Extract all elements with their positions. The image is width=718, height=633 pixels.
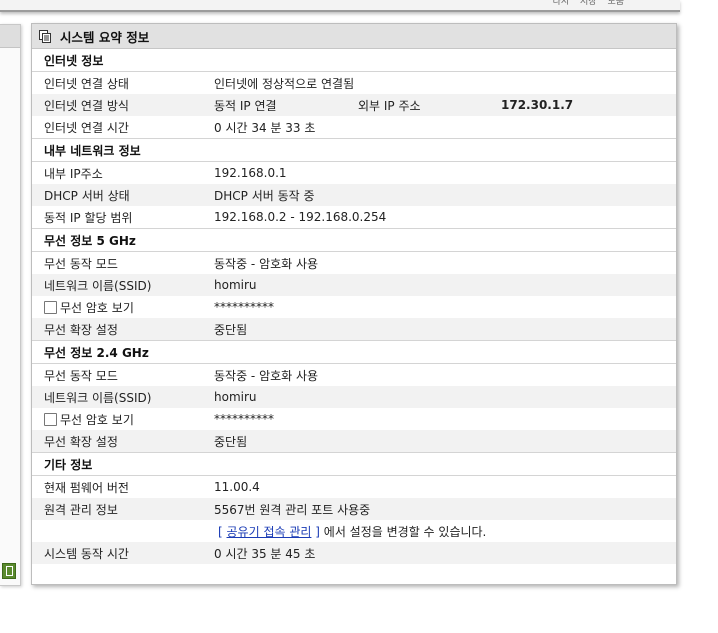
row-value: homiru [214,390,257,404]
row-firmware: 현재 펌웨어 버전 11.00.4 [32,476,676,498]
show-password-toggle-24ghz[interactable]: 무선 암호 보기 [44,411,134,428]
row-remote-mgmt: 원격 관리 정보 5567번 원격 관리 포트 사용중 [32,498,676,520]
row-label: 무선 동작 모드 [44,256,118,271]
row-wifi24-ssid: 네트워크 이름(SSID) homiru [32,386,676,408]
section-internet: 인터넷 정보 [32,49,676,72]
row-lan-ip: 내부 IP주소 192.168.0.1 [32,162,676,184]
row-internet-method: 인터넷 연결 방식 동적 IP 연결 외부 IP 주소 172.30.1.7 [32,94,676,116]
row-wifi24-password: 무선 암호 보기 ********** [32,408,676,430]
section-wifi-5ghz: 무선 정보 5 GHz [32,228,676,252]
row-label: 무선 동작 모드 [44,368,118,383]
router-access-link[interactable]: 공유기 접속 관리 [227,525,312,539]
row-value: DHCP 서버 동작 중 [214,188,315,203]
external-ip-label: 외부 IP 주소 [358,98,421,113]
row-value: 0 시간 34 분 33 초 [214,120,316,135]
left-panel [0,24,21,586]
row-value: 동작중 - 암호화 사용 [214,256,319,271]
row-wifi24-mode: 무선 동작 모드 동작중 - 암호화 사용 [32,364,676,386]
row-value: 5567번 원격 관리 포트 사용중 [214,502,371,517]
show-password-toggle-5ghz[interactable]: 무선 암호 보기 [44,299,134,316]
row-label: 무선 확장 설정 [44,434,118,449]
row-remote-link: [ 공유기 접속 관리 ] 에서 설정을 변경할 수 있습니다. [32,520,676,542]
row-value: 0 시간 35 분 45 초 [214,546,316,561]
row-label: 인터넷 연결 시간 [44,120,129,135]
stage: 다시 저장 도움 시스템 요약 정보 인터넷 정보 인터넷 연결 상태 인터넷에… [0,0,718,633]
top-link-save[interactable]: 저장 [580,0,597,7]
section-wifi-24ghz: 무선 정보 2.4 GHz [32,340,676,364]
section-heading: 기타 정보 [44,457,93,472]
row-label: 인터넷 연결 상태 [44,76,129,91]
external-ip-value: 172.30.1.7 [501,98,574,112]
row-internet-time: 인터넷 연결 시간 0 시간 34 분 33 초 [32,116,676,138]
row-value: 중단됨 [214,434,248,449]
section-lan: 내부 네트워크 정보 [32,138,676,162]
panel-title-bar: 시스템 요약 정보 [32,24,676,49]
row-value: 동작중 - 암호화 사용 [214,368,319,383]
row-wifi24-extension: 무선 확장 설정 중단됨 [32,430,676,452]
link-bracket-close: ] [315,524,320,539]
show-password-checkbox[interactable] [44,412,57,426]
row-label: 동적 IP 할당 범위 [44,210,133,225]
row-wifi5-mode: 무선 동작 모드 동작중 - 암호화 사용 [32,252,676,274]
row-uptime: 시스템 동작 시간 0 시간 35 분 45 초 [32,542,676,564]
row-value: 인터넷에 정상적으로 연결됨 [214,76,355,91]
password-value: ********** [214,412,274,426]
row-wifi5-extension: 무선 확장 설정 중단됨 [32,318,676,340]
link-bracket-open: [ [218,524,223,539]
row-internet-status: 인터넷 연결 상태 인터넷에 정상적으로 연결됨 [32,72,676,94]
row-value: 동적 IP 연결 [214,98,277,113]
section-heading: 내부 네트워크 정보 [44,143,141,158]
row-label: 현재 펌웨어 버전 [44,480,129,495]
row-label: 원격 관리 정보 [44,502,118,517]
top-links: 다시 저장 도움 [545,0,624,7]
top-link-refresh[interactable]: 다시 [553,0,570,7]
row-label: 네트워크 이름(SSID) [44,278,152,293]
row-value: 192.168.0.2 - 192.168.0.254 [214,210,387,224]
row-value: 11.00.4 [214,480,260,494]
row-label: 무선 확장 설정 [44,322,118,337]
section-heading: 인터넷 정보 [44,53,104,68]
row-value: homiru [214,278,257,292]
row-dhcp-status: DHCP 서버 상태 DHCP 서버 동작 중 [32,184,676,206]
section-other: 기타 정보 [32,452,676,476]
left-panel-button[interactable] [2,563,16,579]
section-heading: 무선 정보 5 GHz [44,233,136,248]
row-label: 시스템 동작 시간 [44,546,129,561]
show-password-checkbox[interactable] [44,300,57,314]
section-heading: 무선 정보 2.4 GHz [44,345,149,360]
row-label: 인터넷 연결 방식 [44,98,129,113]
row-value: 중단됨 [214,322,248,337]
checkbox-label: 무선 암호 보기 [60,300,134,315]
row-label: DHCP 서버 상태 [44,188,130,203]
checkbox-label: 무선 암호 보기 [60,412,134,427]
document-copy-icon [38,29,52,43]
password-value: ********** [214,300,274,314]
row-label: 네트워크 이름(SSID) [44,390,152,405]
left-panel-header [0,25,20,48]
remote-link-line: [ 공유기 접속 관리 ] 에서 설정을 변경할 수 있습니다. [218,523,486,540]
row-wifi5-password: 무선 암호 보기 ********** [32,296,676,318]
row-dhcp-range: 동적 IP 할당 범위 192.168.0.2 - 192.168.0.254 [32,206,676,228]
top-toolbar: 다시 저장 도움 [0,0,680,12]
link-suffix: 에서 설정을 변경할 수 있습니다. [323,524,487,539]
panel-title: 시스템 요약 정보 [60,29,150,45]
row-wifi5-ssid: 네트워크 이름(SSID) homiru [32,274,676,296]
system-summary-panel: 시스템 요약 정보 인터넷 정보 인터넷 연결 상태 인터넷에 정상적으로 연결… [31,23,677,585]
row-label: 내부 IP주소 [44,166,103,181]
top-link-help[interactable]: 도움 [607,0,624,7]
row-value: 192.168.0.1 [214,166,287,180]
